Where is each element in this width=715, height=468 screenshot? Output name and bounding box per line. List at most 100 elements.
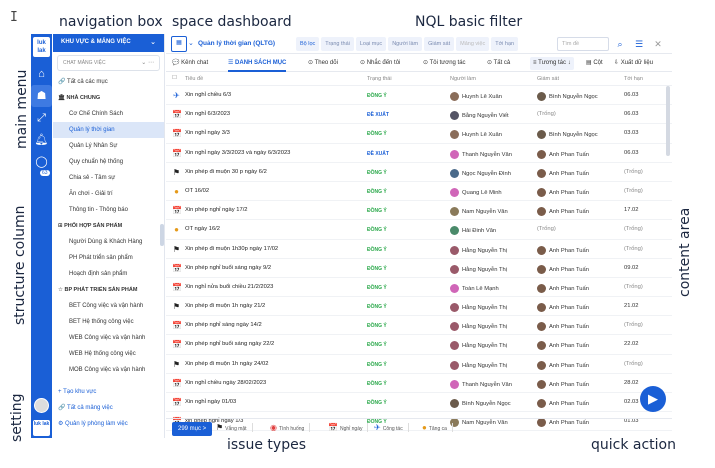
channel-selector[interactable]: CHAT MẢNG VIỆC ⌄ ⋯ <box>57 55 160 71</box>
table-row[interactable]: ⚑ Xin phép đi muộn 1h ngày 21/2 ĐỒNG Ý Hằng… <box>166 297 672 317</box>
tab-item[interactable]: ⊙ Nhắc đến tôi <box>360 55 400 72</box>
assignee[interactable]: Huynh Lê Xuân <box>450 130 502 140</box>
issue-type-chip[interactable]: ● Tăng ca <box>422 423 453 432</box>
observer[interactable]: Anh Phan Tuấn <box>537 341 589 351</box>
sidebar-item[interactable]: Ăn chơi - Giải trí <box>53 186 164 202</box>
assignee[interactable]: Hải Đinh Văn <box>450 226 496 236</box>
assignee[interactable]: Quang Lê Minh <box>450 187 502 197</box>
issue-title[interactable]: Xin phép nghỉ buổi sáng ngày 9/2 <box>185 265 271 271</box>
observer[interactable]: (Trống) <box>537 226 556 232</box>
assignee[interactable]: Toàn Lê Mạnh <box>450 283 499 293</box>
item-count-button[interactable]: 299 mục > <box>172 422 213 436</box>
table-row[interactable]: 📅 Xin phép nghỉ buổi sáng ngày 22/2 ĐỒNG Ý… <box>166 335 672 355</box>
sidebar-item[interactable]: Người Dùng & Khách Hàng <box>53 234 164 250</box>
filter-button[interactable]: Người làm <box>388 37 423 51</box>
search-input[interactable]: Tìm đề <box>557 37 609 51</box>
table-row[interactable]: 📅 Xin nghỉ 6/3/2023 ĐỀ XUẤT Bằng Nguyễn Viế… <box>166 105 672 125</box>
issue-title[interactable]: Xin phép đi muộn 1h ngày 24/02 <box>185 361 268 367</box>
table-row[interactable]: 📅 Xin nghỉ ngày 01/03 ĐỒNG Ý Bình Nguyễn Ng… <box>166 393 672 413</box>
sidebar-item[interactable]: WEB Hệ thống công việc <box>53 346 164 362</box>
assignee[interactable]: Huynh Lê Xuân <box>450 92 502 101</box>
checkbox-icon[interactable]: ☐ <box>172 75 177 81</box>
table-row[interactable]: 📅 Xin phép nghỉ buổi sáng ngày 9/2 ĐỒNG Ý H… <box>166 259 672 278</box>
table-row[interactable]: ⚑ Xin phép đi muộn 30 p ngày 6/2 ĐỒNG Ý Ngọ… <box>166 163 672 182</box>
observer[interactable]: Anh Phan Tuấn <box>537 187 589 197</box>
column-title[interactable]: Tiêu đề <box>185 76 203 82</box>
tab-item[interactable]: ⇩ Xuất dữ liệu <box>614 55 653 72</box>
issue-title[interactable]: Xin phép đi muộn 1h30p ngày 17/02 <box>185 246 278 252</box>
tab-item[interactable]: ≡ Tương tác ↓ <box>530 57 574 70</box>
observer[interactable]: Anh Phan Tuấn <box>537 168 589 178</box>
table-row[interactable]: 📅 Xin phép nghỉ sáng ngày 14/2 ĐỒNG Ý Hằng … <box>166 316 672 336</box>
grid-icon[interactable]: ▦ <box>171 36 187 52</box>
sidebar-item[interactable]: Hoạch định sản phẩm <box>53 266 164 282</box>
assignee[interactable]: Hằng Nguyễn Thị <box>450 264 507 274</box>
issue-title[interactable]: Xin nghỉ chiều 6/3 <box>185 92 231 98</box>
user-avatar[interactable] <box>34 398 49 413</box>
observer[interactable]: Anh Phan Tuấn <box>537 322 589 332</box>
issue-type-chip[interactable]: ✈ Công tác <box>374 423 409 432</box>
bell-icon[interactable]: 🔔︎ <box>31 129 52 151</box>
tab-item[interactable]: ⊙ Tất cả <box>487 55 510 72</box>
tab-item[interactable]: ☰ DANH SÁCH MỤC <box>228 55 287 72</box>
observer[interactable]: Anh Phan Tuấn <box>537 207 589 217</box>
issue-title[interactable]: Xin nghỉ nửa buổi chiều 21/2/2023 <box>185 284 273 290</box>
sidebar-item[interactable]: BET Hệ thống công việc <box>53 314 164 330</box>
table-row[interactable]: 📅 Xin phép nghỉ ngày 17/2 ĐỒNG Ý Nam Nguyễn… <box>166 201 672 221</box>
observer[interactable]: Anh Phan Tuấn <box>537 360 589 370</box>
observer[interactable]: Anh Phan Tuấn <box>537 303 589 313</box>
assignee[interactable]: Bằng Nguyễn Viết <box>450 111 509 121</box>
issue-title[interactable]: Xin phép đi muộn 30 p ngày 6/2 <box>185 169 267 175</box>
filter-button[interactable]: Bộ lọc <box>296 37 320 51</box>
app-logo-bottom[interactable]: luk lak <box>33 420 50 436</box>
observer[interactable]: Bình Nguyễn Ngọc <box>537 92 598 101</box>
issue-title[interactable]: OT 16/02 <box>185 188 209 194</box>
nav-bottom-item[interactable]: ⚙ Quản lý phòng làm việc <box>53 416 164 432</box>
assignee[interactable]: Hằng Nguyễn Thị <box>450 245 507 255</box>
nav-bottom-item[interactable]: 🔗 Tất cả mảng việc <box>53 400 164 416</box>
nav-section-header[interactable]: 🏛 NHÀ CHUNG <box>53 90 164 106</box>
assignee[interactable]: Thanh Nguyễn Văn <box>450 149 512 159</box>
observer[interactable]: Anh Phan Tuấn <box>537 245 589 255</box>
assignee[interactable]: Ngọc Nguyễn Đình <box>450 168 511 178</box>
assignee[interactable]: Nam Nguyễn Văn <box>450 207 508 217</box>
quick-action-button[interactable]: ▶ <box>640 386 666 412</box>
table-row[interactable]: ● OT 16/02 ĐỒNG Ý Quang Lê Minh Anh Phan Tuấ… <box>166 182 672 202</box>
search-icon[interactable]: ⌕ <box>613 37 627 51</box>
tab-item[interactable]: ▤ Cột <box>586 55 603 72</box>
sidebar-item[interactable]: Cơ Chế Chính Sách <box>53 106 164 122</box>
assignee[interactable]: Hằng Nguyễn Thị <box>450 322 507 332</box>
close-icon[interactable]: ✕ <box>651 37 665 51</box>
issue-title[interactable]: Xin phép nghỉ ngày 17/2 <box>185 207 248 213</box>
filter-button[interactable]: Loại mục <box>355 37 387 51</box>
issue-title[interactable]: Xin phép nghỉ buổi sáng ngày 22/2 <box>185 341 274 347</box>
app-logo[interactable]: luk lak <box>33 37 50 57</box>
workspace-selector[interactable]: KHU VỰC & MẢNG VIỆC ⌄ <box>53 34 164 52</box>
table-row[interactable]: ● OT ngày 16/2 ĐỒNG Ý Hải Đinh Văn (Trống) (T… <box>166 220 672 240</box>
issue-title[interactable]: Xin nghỉ ngày 3/3 <box>185 130 230 136</box>
assignee[interactable]: Thanh Nguyễn Văn <box>450 379 512 389</box>
chevron-down-icon[interactable]: ⌄ <box>188 39 194 47</box>
issue-type-chip[interactable]: 📅 Nghỉ ngày <box>328 423 369 432</box>
observer[interactable]: Bình Nguyễn Ngọc <box>537 130 598 140</box>
issue-title[interactable]: Xin nghỉ ngày 01/03 <box>185 399 236 405</box>
issue-title[interactable]: OT ngày 16/2 <box>185 226 220 232</box>
table-row[interactable]: 📅 Xin nghỉ chiều ngày 28/02/2023 ĐỒNG Ý Tha… <box>166 374 672 393</box>
observer[interactable]: Anh Phan Tuấn <box>537 283 589 293</box>
observer[interactable]: Anh Phan Tuấn <box>537 264 589 274</box>
tab-item[interactable]: ⊙ Theo dõi <box>308 55 338 72</box>
table-row[interactable]: 📅 Xin nghỉ ngày 3/3/2023 và ngày 6/3/2023… <box>166 144 672 163</box>
assignee[interactable]: Hằng Nguyễn Thị <box>450 360 507 370</box>
filter-button[interactable]: Mảng việc <box>456 37 490 51</box>
column-assignee[interactable]: Người làm <box>450 76 476 82</box>
home-icon[interactable]: ⌂ <box>31 63 52 85</box>
sidebar-item[interactable]: PH Phát triển sản phẩm <box>53 250 164 266</box>
sidebar-item[interactable]: MOB Công việc và vận hành <box>53 362 164 378</box>
space-title[interactable]: Quản lý thời gian (QLTG) <box>198 40 275 47</box>
filter-button[interactable]: Giám sát <box>424 37 455 51</box>
column-observer[interactable]: Giám sát <box>537 76 559 82</box>
sidebar-item[interactable]: Quy chuẩn hệ thống <box>53 154 164 170</box>
sidebar-item[interactable]: BET Công việc và vận hành <box>53 298 164 314</box>
issue-title[interactable]: Xin nghỉ chiều ngày 28/02/2023 <box>185 380 266 386</box>
users-icon[interactable]: ☗ <box>31 85 52 107</box>
